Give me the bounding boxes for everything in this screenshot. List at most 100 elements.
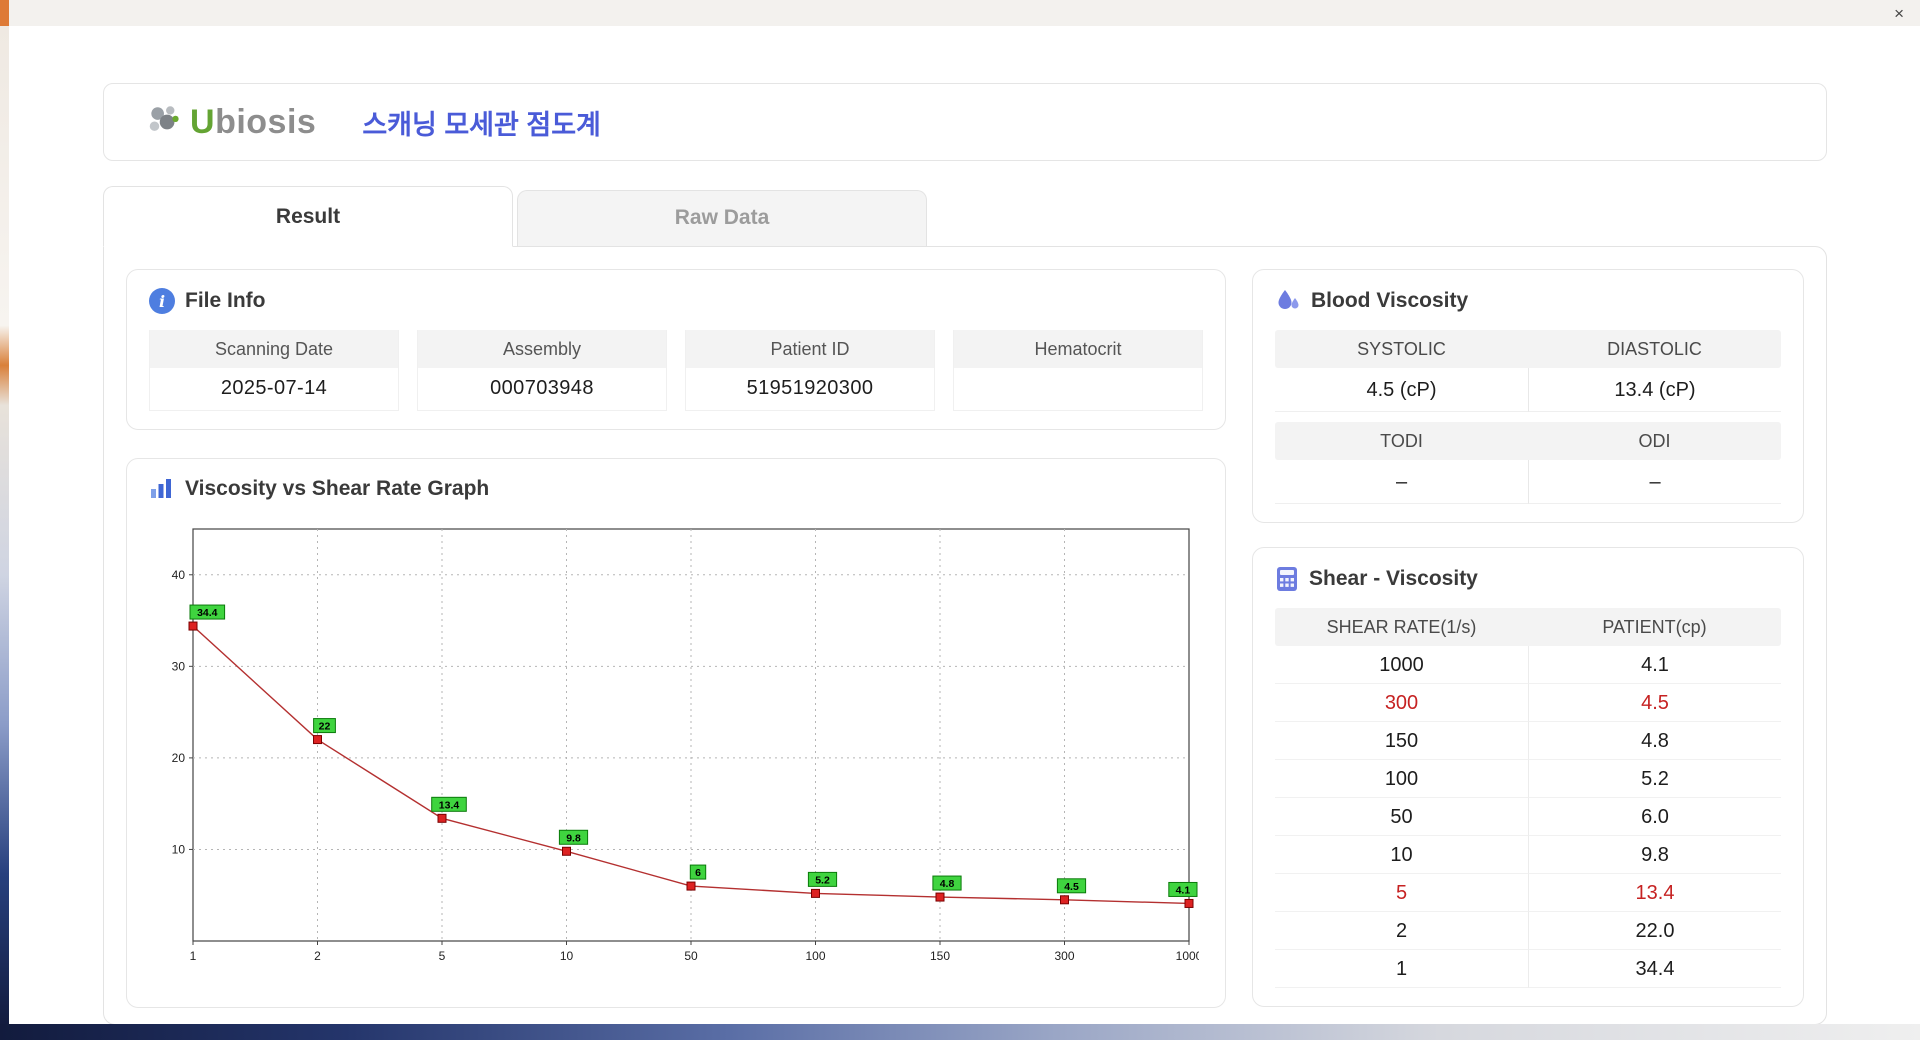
blood-viscosity-title-row: Blood Viscosity — [1275, 288, 1781, 314]
svg-text:4.8: 4.8 — [940, 878, 955, 890]
shear-table-header: SHEAR RATE(1/s) — [1326, 617, 1477, 637]
svg-text:10: 10 — [560, 949, 574, 963]
bar-chart-icon — [149, 477, 175, 501]
table-row: 10 9.8 — [1275, 836, 1781, 874]
tabs: Result Raw Data — [103, 186, 1827, 247]
table-row: 50 6.0 — [1275, 798, 1781, 836]
svg-text:5.2: 5.2 — [815, 874, 830, 886]
viscosity-chart: 1 2 5 10 50 100 150 300 1000 10 20 30 40 34.4 22 13.4 9.… — [149, 517, 1203, 989]
desktop-edge-left — [0, 26, 9, 1024]
graph-title: Viscosity vs Shear Rate Graph — [185, 477, 490, 500]
shear-table-header-row: SHEAR RATE(1/s) PATIENT(cp) — [1275, 608, 1781, 646]
svg-text:150: 150 — [930, 949, 950, 963]
file-info-field: Scanning Date 2025-07-14 — [149, 330, 399, 411]
blood-viscosity-title: Blood Viscosity — [1311, 289, 1469, 312]
shear-viscosity-panel: Shear - Viscosity SHEAR RATE(1/s) PATIENT… — [1252, 547, 1804, 1007]
table-row: 2 22.0 — [1275, 912, 1781, 950]
close-button[interactable]: × — [1894, 5, 1904, 22]
svg-text:6: 6 — [695, 867, 701, 879]
patient-cp-cell: 13.4 — [1528, 874, 1781, 912]
svg-text:22: 22 — [319, 721, 331, 733]
header-card: U biosis 스캐닝 모세관 점도계 — [103, 83, 1827, 161]
table-row: 150 4.8 — [1275, 722, 1781, 760]
svg-text:10: 10 — [172, 842, 186, 856]
left-column: i File Info Scanning Date 2025-07-14 Assem… — [126, 269, 1226, 1008]
svg-text:9.8: 9.8 — [566, 832, 581, 844]
patient-cp-cell: 4.1 — [1528, 646, 1781, 684]
svg-text:13.4: 13.4 — [439, 799, 460, 811]
bv-header: SYSTOLIC — [1357, 339, 1446, 359]
logo-text-u: U — [190, 102, 216, 141]
bv-row-gap — [1275, 412, 1781, 422]
patient-cp-cell: 22.0 — [1528, 912, 1781, 950]
svg-text:300: 300 — [1054, 949, 1074, 963]
bv-value-row: – – — [1275, 460, 1781, 504]
field-label: Scanning Date — [150, 330, 398, 368]
svg-text:40: 40 — [172, 568, 186, 582]
app-window: U biosis 스캐닝 모세관 점도계 Result Raw Data i Fi… — [9, 26, 1920, 1024]
file-info-field: Assembly 000703948 — [417, 330, 667, 411]
bv-header: DIASTOLIC — [1607, 339, 1702, 359]
file-info-title: File Info — [185, 289, 266, 312]
bv-header-row: SYSTOLIC DIASTOLIC — [1275, 330, 1781, 368]
file-info-fields: Scanning Date 2025-07-14 Assembly 000703948… — [149, 330, 1203, 411]
page-title: 스캐닝 모세관 점도계 — [362, 109, 601, 140]
blood-viscosity-panel: Blood Viscosity SYSTOLIC DIASTOLIC 4.5 (cP… — [1252, 269, 1804, 523]
svg-text:30: 30 — [172, 659, 186, 673]
svg-text:1: 1 — [190, 949, 197, 963]
bv-value: – — [1275, 460, 1528, 504]
shear-viscosity-title: Shear - Viscosity — [1309, 567, 1478, 590]
shear-rate-cell: 1 — [1275, 950, 1528, 988]
file-info-panel: i File Info Scanning Date 2025-07-14 Assem… — [126, 269, 1226, 430]
svg-text:50: 50 — [684, 949, 698, 963]
shear-rate-cell: 300 — [1275, 684, 1528, 722]
bv-header: TODI — [1380, 431, 1423, 451]
svg-text:100: 100 — [805, 949, 825, 963]
table-row: 100 5.2 — [1275, 760, 1781, 798]
right-column: Blood Viscosity SYSTOLIC DIASTOLIC 4.5 (cP… — [1252, 269, 1804, 1007]
table-row: 5 13.4 — [1275, 874, 1781, 912]
field-label: Assembly — [418, 330, 666, 368]
bv-value: – — [1528, 460, 1781, 504]
patient-cp-cell: 5.2 — [1528, 760, 1781, 798]
shear-rate-cell: 1000 — [1275, 646, 1528, 684]
ubiosis-logo: U biosis — [144, 101, 316, 143]
shear-rate-cell: 10 — [1275, 836, 1528, 874]
tab-raw-data[interactable]: Raw Data — [517, 190, 927, 246]
info-icon: i — [149, 288, 175, 314]
shear-rate-cell: 5 — [1275, 874, 1528, 912]
bv-value-row: 4.5 (cP) 13.4 (cP) — [1275, 368, 1781, 412]
svg-text:4.1: 4.1 — [1176, 884, 1191, 896]
patient-cp-cell: 4.5 — [1528, 684, 1781, 722]
desktop-edge-accent — [0, 0, 9, 26]
shear-rate-cell: 150 — [1275, 722, 1528, 760]
table-row: 1000 4.1 — [1275, 646, 1781, 684]
patient-cp-cell: 9.8 — [1528, 836, 1781, 874]
field-value: 51951920300 — [746, 377, 874, 399]
bv-value: 4.5 (cP) — [1275, 368, 1528, 412]
patient-cp-cell: 4.8 — [1528, 722, 1781, 760]
file-info-title-row: i File Info — [149, 288, 1203, 314]
tab-result[interactable]: Result — [103, 186, 513, 247]
graph-title-row: Viscosity vs Shear Rate Graph — [149, 477, 1203, 501]
table-row: 1 34.4 — [1275, 950, 1781, 988]
field-label: Hematocrit — [954, 330, 1202, 368]
file-info-field: Patient ID 51951920300 — [685, 330, 935, 411]
svg-text:4.5: 4.5 — [1064, 881, 1079, 893]
svg-text:1000: 1000 — [1176, 949, 1199, 963]
shear-rate-cell: 2 — [1275, 912, 1528, 950]
shear-table-header: PATIENT(cp) — [1602, 617, 1707, 637]
shear-rate-cell: 50 — [1275, 798, 1528, 836]
logo-text: U biosis — [190, 103, 316, 142]
patient-cp-cell: 6.0 — [1528, 798, 1781, 836]
patient-cp-cell: 34.4 — [1528, 950, 1781, 988]
droplet-icon — [1275, 288, 1301, 314]
shear-viscosity-title-row: Shear - Viscosity — [1275, 566, 1781, 592]
field-value: 2025-07-14 — [220, 377, 328, 399]
os-titlebar: × — [0, 0, 1920, 26]
graph-panel: Viscosity vs Shear Rate Graph 1 2 5 10 50 100… — [126, 458, 1226, 1008]
table-row: 300 4.5 — [1275, 684, 1781, 722]
logo-text-rest: biosis — [215, 102, 317, 141]
taskbar-strip — [0, 1024, 1920, 1040]
field-value — [954, 368, 1202, 410]
